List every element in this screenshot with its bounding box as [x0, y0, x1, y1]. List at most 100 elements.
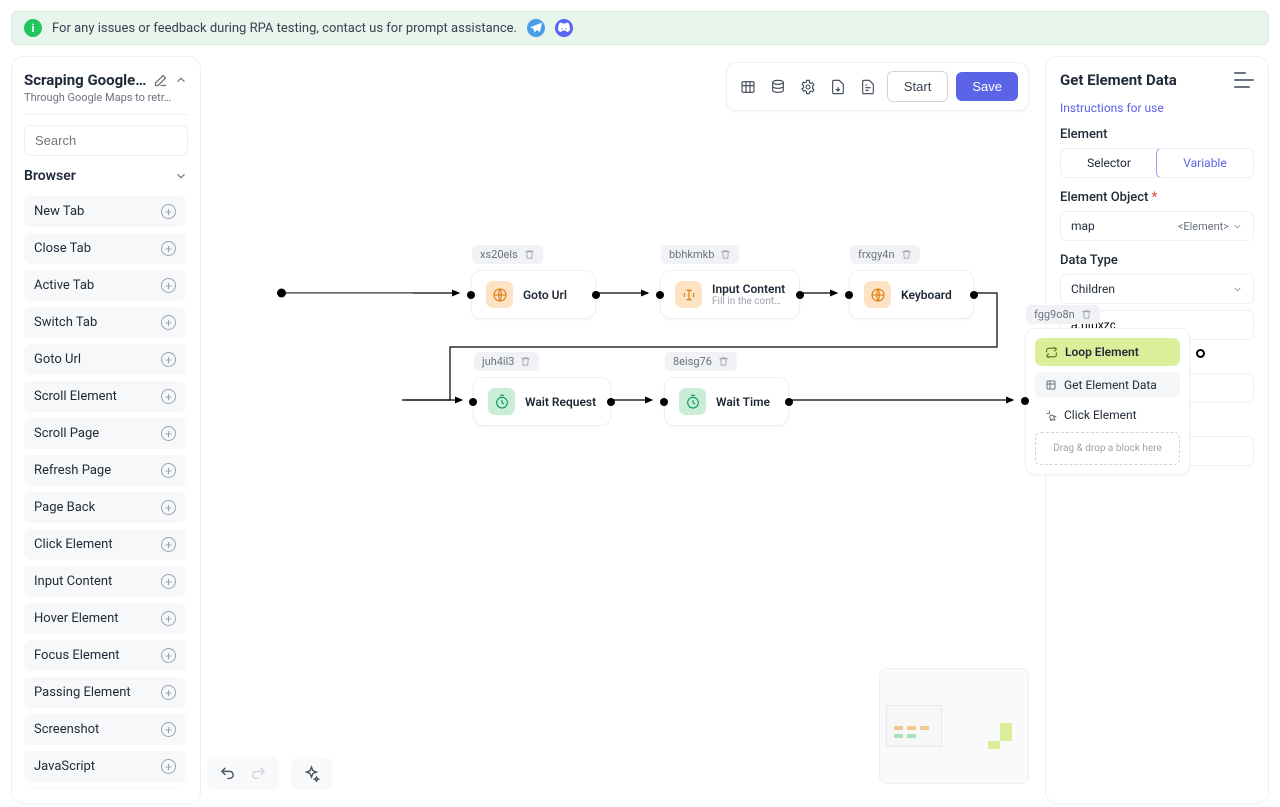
- node-tag: fgg9o8n: [1026, 305, 1100, 324]
- redo-icon[interactable]: [250, 765, 267, 782]
- plus-icon[interactable]: +: [161, 759, 176, 774]
- plus-icon[interactable]: +: [161, 500, 176, 515]
- instructions-link[interactable]: Instructions for use: [1060, 101, 1254, 115]
- timer-icon: [488, 388, 515, 415]
- keyboard-icon: [864, 281, 891, 308]
- block-item[interactable]: Switch Tab+: [24, 307, 186, 338]
- trash-icon[interactable]: [524, 249, 535, 260]
- trash-icon[interactable]: [901, 249, 912, 260]
- loop-drop-zone[interactable]: Drag & drop a block here: [1035, 432, 1180, 465]
- project-description: Through Google Maps to retr…: [24, 91, 188, 104]
- trash-icon[interactable]: [720, 249, 731, 260]
- block-item[interactable]: Click Element+: [24, 529, 186, 560]
- block-item[interactable]: Screenshot+: [24, 714, 186, 745]
- loop-header: Loop Element: [1035, 338, 1180, 366]
- node-tag: xs20els: [472, 245, 543, 264]
- collapse-icon[interactable]: [174, 73, 188, 87]
- plus-icon[interactable]: +: [161, 722, 176, 737]
- port-out[interactable]: [796, 291, 804, 299]
- plus-icon[interactable]: +: [161, 537, 176, 552]
- block-item[interactable]: New Tab+: [24, 196, 186, 227]
- port-out[interactable]: [970, 291, 978, 299]
- loop-child-click-element[interactable]: Click Element: [1035, 402, 1180, 428]
- log-icon[interactable]: [857, 76, 879, 98]
- block-item[interactable]: Scroll Page+: [24, 418, 186, 449]
- block-item[interactable]: Close Tab+: [24, 233, 186, 264]
- plus-icon[interactable]: +: [161, 204, 176, 219]
- label-element-object: Element Object *: [1060, 190, 1254, 205]
- node-goto-url[interactable]: xs20els Goto Url: [471, 270, 596, 319]
- toggle-variable[interactable]: Variable: [1156, 148, 1254, 178]
- element-object-select[interactable]: map <Element>: [1060, 211, 1254, 241]
- database-icon[interactable]: [767, 76, 789, 98]
- block-item[interactable]: Cookie Manager+: [24, 788, 186, 789]
- node-tag: juh4il3: [474, 352, 539, 371]
- block-item[interactable]: Scroll Element+: [24, 381, 186, 412]
- trash-icon[interactable]: [718, 356, 729, 367]
- export-icon[interactable]: [827, 76, 849, 98]
- plus-icon[interactable]: +: [161, 352, 176, 367]
- block-item[interactable]: JavaScript+: [24, 751, 186, 782]
- node-input-content[interactable]: bbhkmkb Input ContentFill in the cont…: [660, 270, 800, 319]
- sparkle-icon[interactable]: [303, 765, 320, 782]
- port-in[interactable]: [467, 291, 475, 299]
- plus-icon[interactable]: +: [161, 389, 176, 404]
- plus-icon[interactable]: +: [161, 278, 176, 293]
- port-in[interactable]: [1021, 397, 1029, 405]
- plus-icon[interactable]: +: [161, 241, 176, 256]
- block-item[interactable]: Page Back+: [24, 492, 186, 523]
- node-keyboard[interactable]: frxgy4n Keyboard: [849, 270, 974, 319]
- edit-icon[interactable]: [153, 73, 168, 88]
- click-icon: [1045, 409, 1057, 421]
- bottom-controls: [207, 757, 332, 790]
- toggle-selector[interactable]: Selector: [1061, 149, 1157, 177]
- block-item[interactable]: Input Content+: [24, 566, 186, 597]
- discord-icon[interactable]: [555, 19, 573, 37]
- save-button[interactable]: Save: [956, 72, 1018, 101]
- plus-icon[interactable]: +: [161, 611, 176, 626]
- loop-child-get-element-data[interactable]: Get Element Data: [1035, 372, 1180, 398]
- data-type-select[interactable]: Children: [1060, 274, 1254, 304]
- node-loop-element[interactable]: fgg9o8n Loop Element Get Element Data Cl…: [1025, 328, 1190, 475]
- info-icon: i: [24, 19, 42, 37]
- port-out[interactable]: [1196, 349, 1205, 358]
- port-in[interactable]: [656, 291, 664, 299]
- block-item[interactable]: Passing Element+: [24, 677, 186, 708]
- trash-icon[interactable]: [1081, 309, 1092, 320]
- port-in[interactable]: [845, 291, 853, 299]
- telegram-icon[interactable]: [527, 19, 545, 37]
- element-mode-toggle: Selector Variable: [1060, 148, 1254, 178]
- gear-icon[interactable]: [797, 76, 819, 98]
- minimap[interactable]: [879, 668, 1029, 784]
- category-browser[interactable]: Browser: [24, 166, 188, 186]
- plus-icon[interactable]: +: [161, 685, 176, 700]
- plus-icon[interactable]: +: [161, 648, 176, 663]
- table-icon[interactable]: [737, 76, 759, 98]
- block-item[interactable]: Focus Element+: [24, 640, 186, 671]
- plus-icon[interactable]: +: [161, 426, 176, 441]
- node-wait-time[interactable]: 8eisg76 Wait Time: [664, 377, 789, 426]
- block-item[interactable]: Goto Url+: [24, 344, 186, 375]
- port-in[interactable]: [660, 398, 668, 406]
- port-in[interactable]: [469, 398, 477, 406]
- plus-icon[interactable]: +: [161, 463, 176, 478]
- toolbar: Start Save: [726, 62, 1029, 111]
- plus-icon[interactable]: +: [161, 574, 176, 589]
- undo-icon[interactable]: [219, 765, 236, 782]
- port-out[interactable]: [785, 398, 793, 406]
- trash-icon[interactable]: [520, 356, 531, 367]
- actions-icon[interactable]: [1234, 72, 1254, 88]
- port-out[interactable]: [607, 398, 615, 406]
- node-wait-request[interactable]: juh4il3 Wait Request: [473, 377, 611, 426]
- canvas[interactable]: Start Save xs20els Goto Url bbhkmkb: [201, 56, 1041, 804]
- alert-text: For any issues or feedback during RPA te…: [52, 21, 517, 36]
- port-out[interactable]: [592, 291, 600, 299]
- plus-icon[interactable]: +: [161, 315, 176, 330]
- block-item[interactable]: Hover Element+: [24, 603, 186, 634]
- search-input[interactable]: [24, 125, 188, 156]
- start-button[interactable]: Start: [887, 71, 948, 102]
- chevron-down-icon: [174, 169, 188, 183]
- sidebar: Scraping Google… Through Google Maps to …: [11, 56, 201, 804]
- block-item[interactable]: Refresh Page+: [24, 455, 186, 486]
- block-item[interactable]: Active Tab+: [24, 270, 186, 301]
